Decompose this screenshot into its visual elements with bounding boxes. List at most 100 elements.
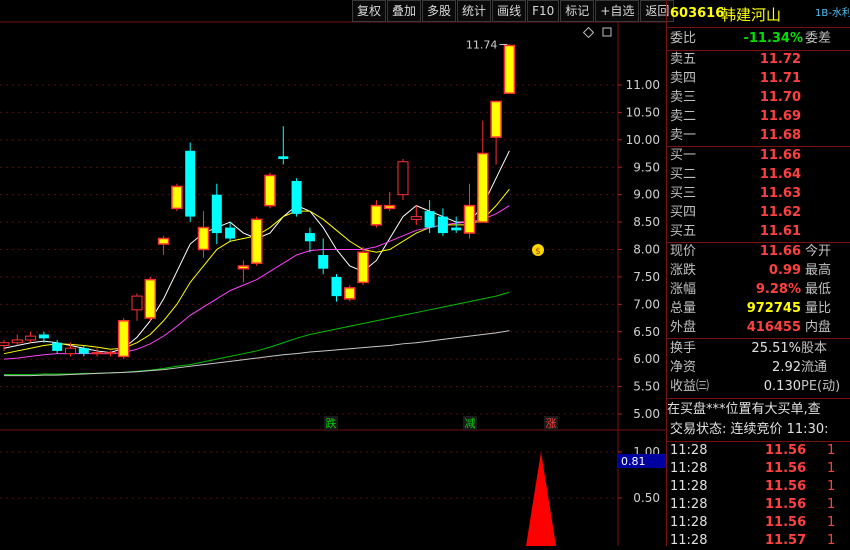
ask-row[interactable]: 卖二 11.69 <box>667 108 850 126</box>
toolbar-button-0[interactable]: 复权 <box>352 0 387 22</box>
money-bag-icon[interactable]: $ <box>532 244 544 257</box>
candle-body <box>503 44 516 94</box>
candle[interactable] <box>490 100 502 165</box>
ask-row[interactable]: 卖三 11.70 <box>667 89 850 107</box>
ask-row[interactable]: 卖一 11.68 <box>667 127 850 145</box>
candle[interactable] <box>278 126 289 165</box>
tick-row[interactable]: 11:28 11.56 1 <box>667 514 850 532</box>
diamond-icon[interactable] <box>582 26 595 39</box>
toolbar-button-7[interactable]: +自选 <box>595 0 640 22</box>
kline-chart[interactable]: 11.00 10.50 10.00 9.50 9.00 8.50 8.00 7.50 7.00 6… <box>0 0 666 546</box>
current-value-label: 0.81 <box>621 455 646 468</box>
ask-label: 卖三 <box>670 90 697 105</box>
candle-body <box>91 352 103 355</box>
stat2-label: 收益㈢ <box>670 379 710 394</box>
candle[interactable] <box>463 183 476 239</box>
candle[interactable] <box>11 334 23 346</box>
tick-row[interactable]: 11:28 11.56 1 <box>667 478 850 496</box>
candle[interactable] <box>477 120 489 223</box>
chart-area[interactable]: 11.00 10.50 10.00 9.50 9.00 8.50 8.00 7.50 7.00 6… <box>0 0 675 546</box>
stat-label2: 最低 <box>805 282 832 297</box>
candle[interactable] <box>344 285 356 302</box>
candle[interactable] <box>357 246 369 286</box>
stat2-row[interactable]: 换手 25.51% 股本 <box>667 340 850 358</box>
sector-tag[interactable]: 1B-水利 <box>815 4 850 19</box>
candle[interactable] <box>383 191 396 212</box>
candle[interactable] <box>304 227 315 253</box>
bid-row[interactable]: 买三 11.63 <box>667 185 850 203</box>
candle[interactable] <box>211 183 222 245</box>
candle[interactable] <box>437 208 448 236</box>
candle-body <box>11 339 23 344</box>
toolbar-button-3[interactable]: 统计 <box>457 0 492 22</box>
bid-row[interactable]: 买二 11.64 <box>667 166 850 184</box>
candle[interactable] <box>318 238 329 275</box>
candle[interactable] <box>370 200 383 228</box>
candle[interactable] <box>25 331 37 343</box>
stat-value: 9.28% <box>755 282 801 297</box>
toolbar-button-1[interactable]: 叠加 <box>387 0 422 22</box>
candle[interactable] <box>397 159 409 201</box>
tick-row[interactable]: 11:28 11.57 1 <box>667 532 850 550</box>
candle[interactable] <box>131 293 143 321</box>
tick-time: 11:28 <box>670 497 708 512</box>
candle[interactable] <box>91 348 103 357</box>
ask-row[interactable]: 卖五 11.72 <box>667 51 850 69</box>
bid-row[interactable]: 买五 11.61 <box>667 223 850 241</box>
stat2-value: 0.130 <box>763 379 801 394</box>
candle[interactable] <box>171 183 183 212</box>
toolbar-button-4[interactable]: 画线 <box>492 0 527 22</box>
bid-row[interactable]: 买四 11.62 <box>667 204 850 222</box>
tick-row[interactable]: 11:28 11.56 1 <box>667 496 850 514</box>
y-tick-label: 5.00 <box>633 407 660 421</box>
stat-row[interactable]: 总量 972745 量比 <box>667 300 850 318</box>
candle[interactable] <box>144 276 157 321</box>
tick-price: 11.56 <box>765 479 807 494</box>
stat2-row[interactable]: 净资 2.92 流通 <box>667 359 850 377</box>
stat-row[interactable]: 现价 11.66 今开 <box>667 243 850 261</box>
candle-body <box>144 278 157 319</box>
y-tick-label: 8.50 <box>633 215 660 229</box>
money-bag-glyph: $ <box>535 247 541 257</box>
stat-row[interactable]: 外盘 416455 内盘 <box>667 319 850 337</box>
candle-body <box>117 320 130 358</box>
candle[interactable] <box>331 274 342 302</box>
candle[interactable] <box>0 339 10 351</box>
candle-body <box>237 265 250 270</box>
signal-marker[interactable]: 跌 <box>326 416 337 430</box>
indicator-spike <box>526 452 556 546</box>
candle[interactable] <box>117 318 130 360</box>
stat-row[interactable]: 涨跌 0.99 最高 <box>667 262 850 280</box>
weibi-value: -11.34% <box>743 31 803 46</box>
candle-body <box>318 254 329 269</box>
toolbar-button-2[interactable]: 多股 <box>422 0 457 22</box>
candle[interactable] <box>197 211 210 258</box>
candle[interactable] <box>237 260 250 283</box>
candle-body <box>171 185 183 210</box>
candle-body <box>424 211 435 228</box>
candle[interactable] <box>157 235 170 255</box>
tick-row[interactable]: 11:28 11.56 1 <box>667 442 850 460</box>
candle[interactable] <box>185 142 196 223</box>
bid-row[interactable]: 买一 11.66 <box>667 147 850 165</box>
notice-text[interactable]: 在买盘***位置有大买单,查 <box>667 401 850 419</box>
stat-label: 现价 <box>670 244 697 259</box>
stat-row[interactable]: 涨幅 9.28% 最低 <box>667 281 850 299</box>
candle[interactable] <box>291 178 302 217</box>
toolbar-button-5[interactable]: F10 <box>527 0 560 22</box>
bid-price: 11.62 <box>759 205 801 220</box>
y-tick-label: 6.50 <box>633 325 660 339</box>
tick-row[interactable]: 11:28 11.56 1 <box>667 460 850 478</box>
expand-icon[interactable] <box>602 27 612 37</box>
stat2-row[interactable]: 收益㈢ 0.130 PE(动) <box>667 378 850 396</box>
ask-row[interactable]: 卖四 11.71 <box>667 70 850 88</box>
signal-marker[interactable]: 减 <box>465 417 476 430</box>
candle[interactable] <box>503 44 516 94</box>
stat-label2: 今开 <box>805 244 832 259</box>
candle-body <box>0 342 10 346</box>
candle[interactable] <box>264 172 276 209</box>
candle[interactable] <box>250 216 263 266</box>
ask-label: 卖四 <box>670 71 697 86</box>
toolbar-button-6[interactable]: 标记 <box>560 0 595 22</box>
signal-marker[interactable]: 涨 <box>546 417 557 430</box>
